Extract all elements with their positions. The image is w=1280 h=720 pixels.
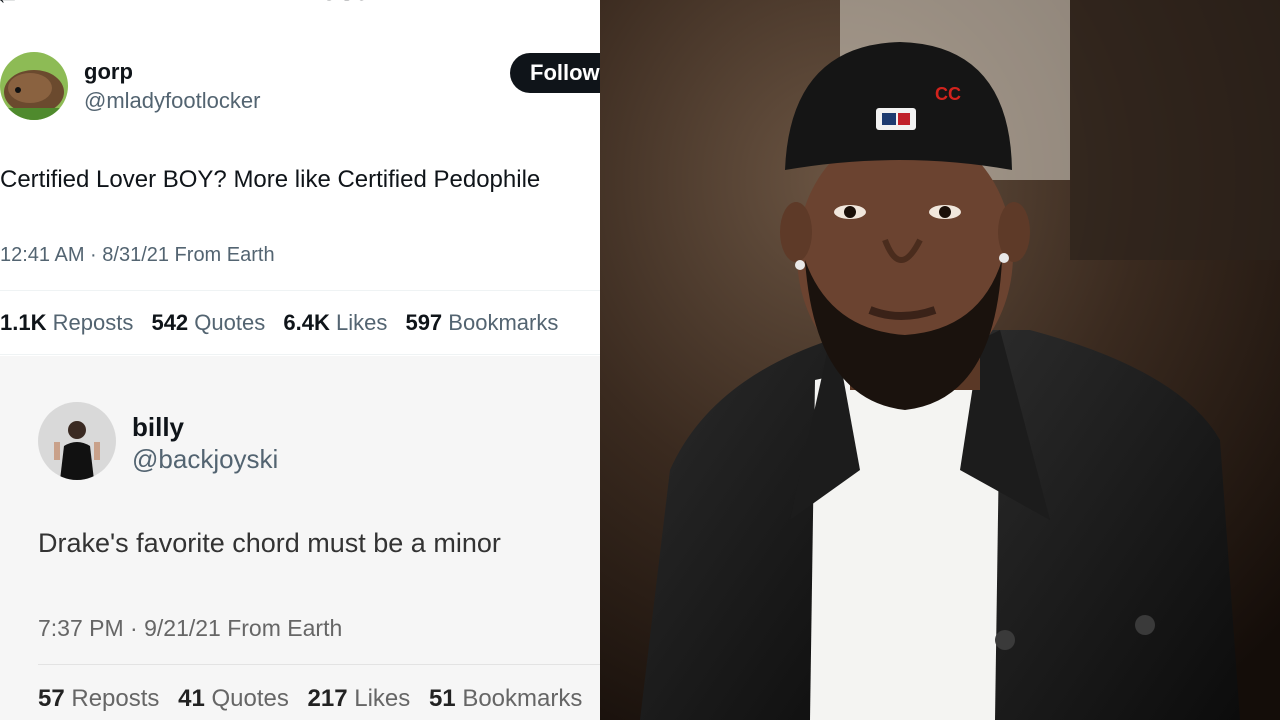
divider xyxy=(38,664,600,665)
tweet-text: Drake's favorite chord must be a minor xyxy=(38,528,501,558)
tweet-screenshot-panel: ← Post gorp @mladyfootlocker Follow Cert… xyxy=(0,0,600,720)
author-handle[interactable]: @backjoyski xyxy=(132,444,278,475)
reposts-stat[interactable]: 1.1K Reposts xyxy=(0,310,133,335)
bookmarks-stat[interactable]: 597 Bookmarks xyxy=(405,310,558,335)
second-tweet-card: billy @backjoyski Drake's favorite chord… xyxy=(0,356,600,720)
avatar[interactable] xyxy=(38,402,116,480)
quotes-stat[interactable]: 41 Quotes xyxy=(178,685,289,712)
portrait-illustration: CC xyxy=(600,0,1280,720)
tweet-stats: 57 Reposts 41 Quotes 217 Likes 51 Bookma… xyxy=(38,685,594,713)
quotes-stat[interactable]: 542 Quotes xyxy=(151,310,265,335)
avatar[interactable] xyxy=(0,52,68,120)
divider xyxy=(0,290,600,291)
likes-stat[interactable]: 6.4K Likes xyxy=(283,310,387,335)
tweet-timestamp[interactable]: 12:41 AM · 8/31/21 From Earth xyxy=(0,244,275,267)
portrait-photo: CC xyxy=(600,0,1280,720)
author-name[interactable]: billy xyxy=(132,412,184,443)
tweet-text: Certified Lover BOY? More like Certified… xyxy=(0,166,541,193)
tweet-stats: 1.1K Reposts 542 Quotes 6.4K Likes 597 B… xyxy=(0,310,570,336)
bookmarks-stat[interactable]: 51 Bookmarks xyxy=(429,685,582,712)
back-arrow-icon[interactable]: ← xyxy=(0,0,20,11)
likes-stat[interactable]: 217 Likes xyxy=(308,685,411,712)
reposts-stat[interactable]: 57 Reposts xyxy=(38,685,159,712)
author-name[interactable]: gorp xyxy=(84,59,133,85)
follow-button[interactable]: Follow xyxy=(510,53,600,93)
author-handle[interactable]: @mladyfootlocker xyxy=(84,88,260,114)
divider xyxy=(0,354,600,355)
tweet-timestamp[interactable]: 7:37 PM · 9/21/21 From Earth xyxy=(38,615,342,642)
cap-logo: CC xyxy=(935,84,961,104)
page-title: Post xyxy=(300,0,365,8)
